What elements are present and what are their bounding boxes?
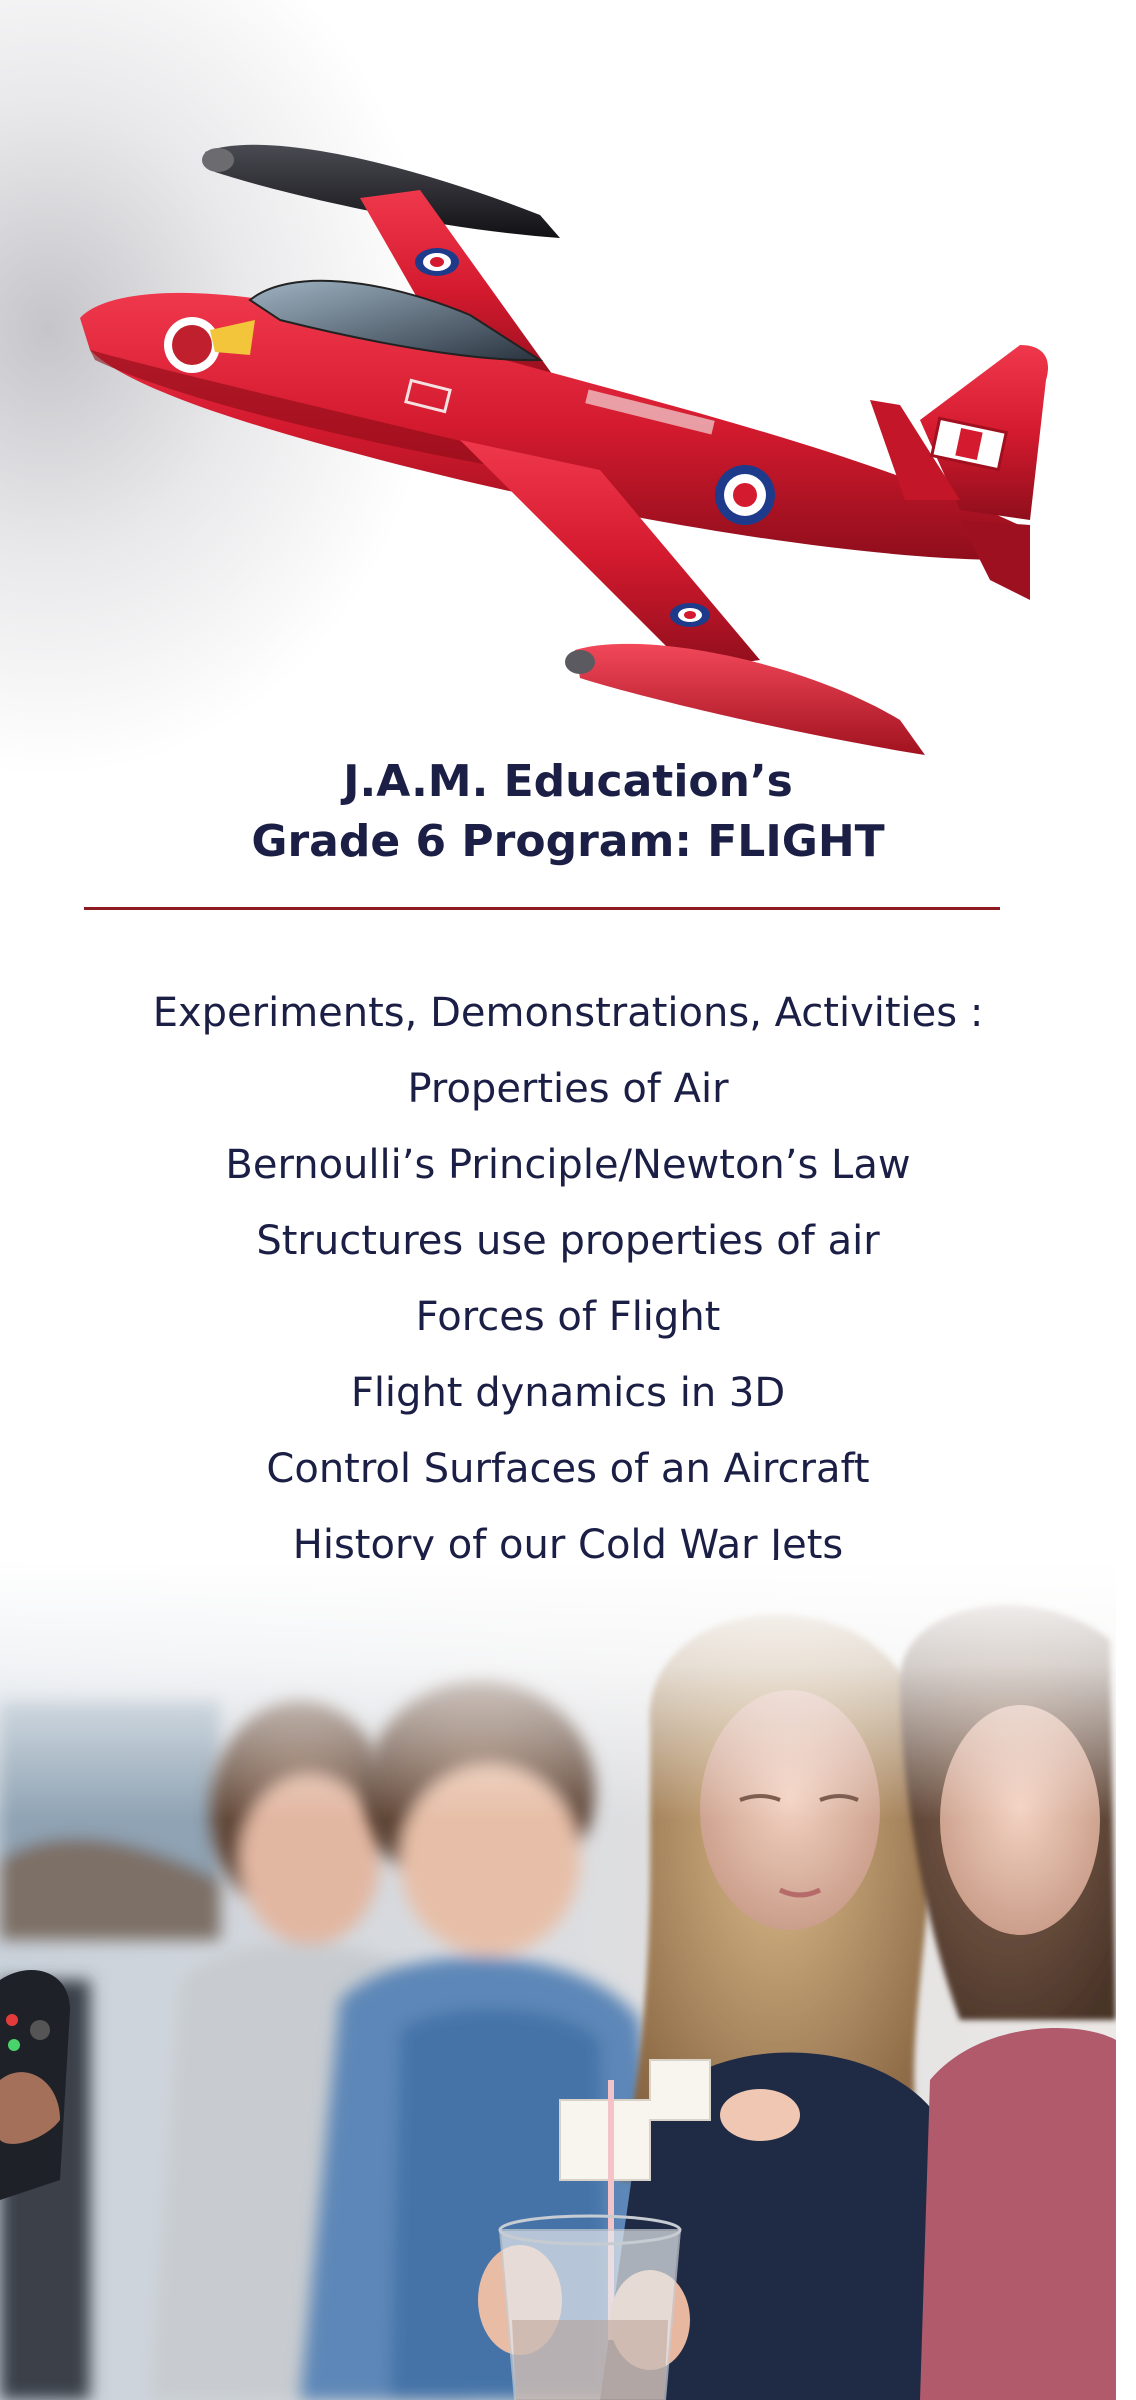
red-jet-aircraft-illustration	[80, 144, 1049, 755]
photo-top-fade	[0, 1560, 1136, 1820]
topic-heading: Experiments, Demonstrations, Activities …	[152, 990, 984, 1036]
lower-tip-tank	[565, 643, 925, 755]
roundel-wing	[415, 248, 459, 276]
topic-item: Control Surfaces of an Aircraft	[266, 1446, 870, 1492]
title-divider	[84, 907, 1000, 910]
page-title-line-2: Grade 6 Program: FLIGHT	[251, 816, 885, 867]
plastic-cup	[498, 2214, 682, 2400]
topic-item: Forces of Flight	[415, 1294, 721, 1340]
flyer-page: J.A.M. Education’s Grade 6 Program: FLIG…	[0, 0, 1136, 2400]
students-photo	[0, 1560, 1136, 2400]
page-title-line-1: J.A.M. Education’s	[343, 756, 793, 807]
topic-item: Structures use properties of air	[256, 1218, 880, 1264]
roundel-lower-wing	[670, 603, 710, 627]
topic-list: Experiments, Demonstrations, Activities …	[0, 975, 1136, 1583]
photo-right-edge	[1116, 1560, 1136, 2400]
topic-item: Properties of Air	[407, 1066, 729, 1112]
joystick-controller	[0, 1970, 70, 2200]
topic-item: Bernoulli’s Principle/Newton’s Law	[225, 1142, 911, 1188]
topic-item: Flight dynamics in 3D	[350, 1370, 786, 1416]
roundel-fuselage	[715, 465, 775, 525]
hero-jet-image	[0, 0, 1136, 780]
tail-lower	[960, 520, 1030, 600]
